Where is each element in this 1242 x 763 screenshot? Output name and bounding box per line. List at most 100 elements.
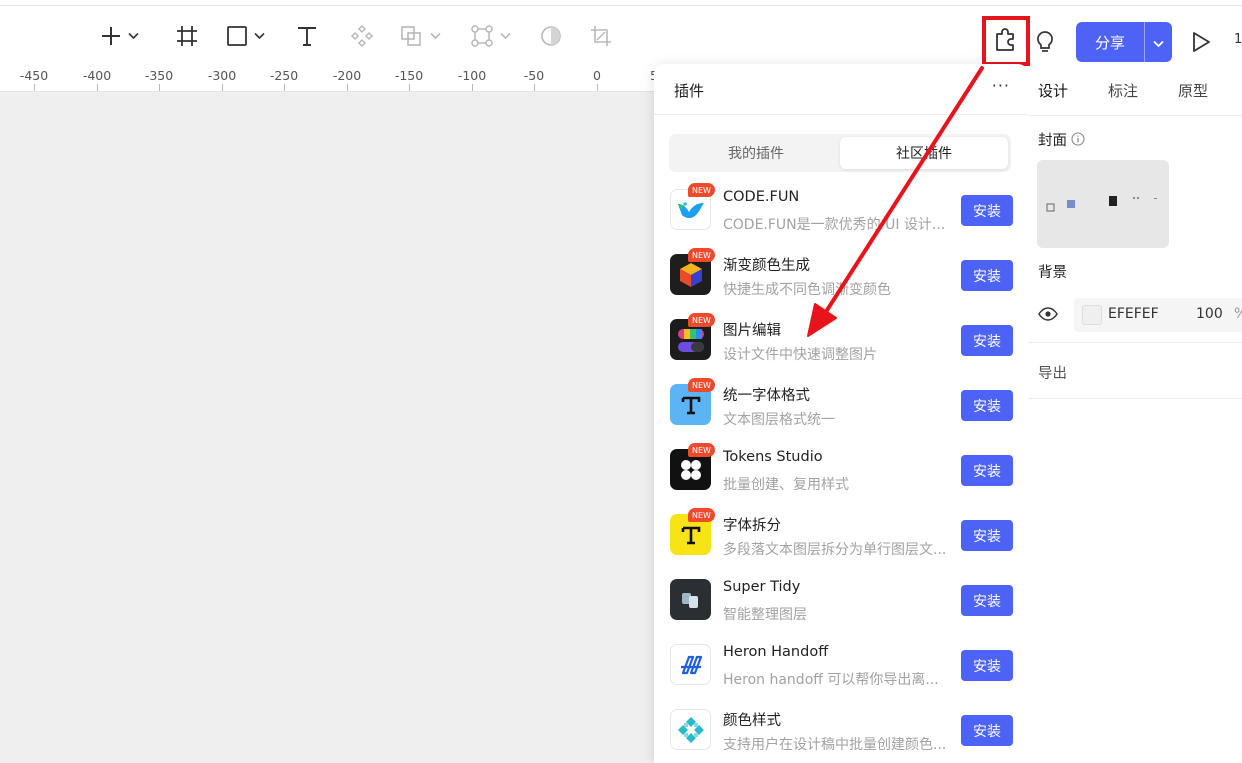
plugin-panel-header: 插件 ··· — [654, 64, 1028, 115]
plugin-description: 设计文件中快速调整图片 — [723, 347, 877, 363]
tab-community-plugins[interactable]: 社区插件 — [840, 137, 1008, 169]
heron-handoff-icon — [670, 644, 711, 685]
ruler-tick-mark — [534, 84, 535, 91]
plugin-name: 颜色样式 — [723, 713, 781, 729]
plugin-item-super-tidy[interactable]: Super Tidy 智能整理图层 安装 — [654, 570, 1028, 635]
plugin-item-unify-font[interactable]: NEW 统一字体格式 文本图层格式统一 安装 — [654, 375, 1028, 440]
ruler-tick-mark — [97, 84, 98, 91]
color-style-icon — [670, 709, 711, 750]
install-button[interactable]: 安装 — [961, 390, 1013, 421]
plugin-name: CODE.FUN — [723, 189, 800, 205]
share-button[interactable]: 分享 — [1076, 22, 1144, 62]
plugin-tab-switch: 我的插件 社区插件 — [669, 134, 1011, 172]
export-label[interactable]: 导出 — [1038, 362, 1067, 383]
ruler-tick-mark — [347, 84, 348, 91]
install-button[interactable]: 安装 — [961, 260, 1013, 291]
cover-label: 封面 — [1038, 133, 1067, 149]
crop-icon — [590, 25, 612, 47]
frame-tool[interactable] — [176, 22, 198, 50]
text-tool[interactable] — [296, 22, 318, 50]
eye-icon[interactable] — [1038, 306, 1058, 325]
install-button[interactable]: 安装 — [961, 715, 1013, 746]
component-icon — [350, 24, 374, 48]
ruler-tick: -50 — [523, 68, 545, 83]
share-dropdown-button[interactable] — [1144, 22, 1172, 62]
plugin-description: 快捷生成不同色调渐变颜色 — [723, 282, 891, 298]
present-button[interactable] — [1190, 30, 1212, 58]
plugin-item-gradient-generator[interactable]: NEW 渐变颜色生成 快捷生成不同色调渐变颜色 安装 — [654, 245, 1028, 310]
plugin-name: Heron Handoff — [723, 644, 829, 660]
plus-icon — [100, 25, 122, 47]
plugin-item-code-fun[interactable]: NEW CODE.FUN CODE.FUN是一款优秀的 UI 设计... 安装 — [654, 180, 1028, 245]
plugin-description: 文本图层格式统一 — [723, 412, 835, 428]
plugin-item-tokens-studio[interactable]: NEW Tokens Studio 批量创建、复用样式 安装 — [654, 440, 1028, 505]
vector-nodes-icon — [470, 25, 494, 47]
ruler-tick: -450 — [19, 68, 49, 83]
background-color-field[interactable]: EFEFEF 100 % — [1074, 298, 1242, 332]
horizontal-ruler: -450 -400 -350 -300 -250 -200 -150 -100 … — [0, 66, 660, 92]
plugin-item-font-split[interactable]: NEW 字体拆分 多段落文本图层拆分为单行图层文... 安装 — [654, 505, 1028, 570]
ruler-tick-mark — [597, 84, 598, 91]
new-badge: NEW — [688, 313, 715, 327]
main-toolbar: 分享 1 — [0, 6, 1242, 66]
shape-tool[interactable] — [226, 22, 265, 50]
divider — [1028, 342, 1242, 343]
tab-annotate[interactable]: 标注 — [1108, 80, 1138, 101]
inspector-tabs: 设计 标注 原型 — [1028, 66, 1242, 116]
install-button[interactable]: 安装 — [961, 650, 1013, 681]
text-icon — [296, 25, 318, 47]
ruler-tick-mark — [159, 84, 160, 91]
lightbulb-icon — [1034, 31, 1056, 58]
chevron-down-icon — [1153, 33, 1164, 52]
lightbulb-button[interactable] — [1034, 30, 1056, 58]
plugin-button[interactable] — [982, 16, 1030, 66]
chevron-down-icon — [254, 32, 265, 40]
plugin-item-color-style[interactable]: 颜色样式 支持用户在设计稿中批量创建颜色... 安装 — [654, 700, 1028, 763]
background-hex-value[interactable]: EFEFEF — [1108, 306, 1159, 322]
cover-thumbnail[interactable] — [1037, 160, 1169, 248]
play-icon — [1190, 32, 1212, 58]
chevron-down-icon — [500, 32, 511, 40]
ruler-tick: -300 — [207, 68, 237, 83]
ruler-tick-mark — [472, 84, 473, 91]
install-button[interactable]: 安装 — [961, 455, 1013, 486]
crop-tool[interactable] — [590, 22, 612, 50]
more-options-button[interactable]: ··· — [992, 76, 1010, 95]
boolean-tool[interactable] — [400, 22, 441, 50]
info-icon[interactable] — [1071, 131, 1085, 150]
tab-my-plugins[interactable]: 我的插件 — [672, 137, 840, 169]
ruler-tick: -400 — [82, 68, 112, 83]
install-button[interactable]: 安装 — [961, 195, 1013, 226]
plugin-name: 统一字体格式 — [723, 388, 810, 404]
insert-tool[interactable] — [100, 22, 139, 50]
rectangle-icon — [226, 25, 248, 47]
install-button[interactable]: 安装 — [961, 585, 1013, 616]
plugin-item-image-edit[interactable]: NEW 图片编辑 设计文件中快速调整图片 安装 — [654, 310, 1028, 375]
super-tidy-icon — [670, 579, 711, 620]
vector-tool[interactable] — [470, 22, 511, 50]
divider — [1028, 398, 1242, 399]
mask-tool[interactable] — [540, 22, 562, 50]
ruler-tick: -200 — [332, 68, 362, 83]
component-tool[interactable] — [350, 22, 374, 50]
ruler-tick: -250 — [269, 68, 299, 83]
plugin-name: 渐变颜色生成 — [723, 258, 810, 274]
plugin-panel: 插件 ··· 我的插件 社区插件 NEW CODE.FUN CODE.FUN是一… — [654, 64, 1028, 763]
install-button[interactable]: 安装 — [961, 325, 1013, 356]
plugin-item-heron-handoff[interactable]: Heron Handoff Heron handoff 可以帮你导出离... 安… — [654, 635, 1028, 700]
tab-design[interactable]: 设计 — [1038, 80, 1068, 101]
color-swatch[interactable] — [1082, 305, 1102, 325]
ruler-tick-mark — [222, 84, 223, 91]
plugin-name: Super Tidy — [723, 579, 801, 595]
plugin-description: CODE.FUN是一款优秀的 UI 设计... — [723, 217, 946, 233]
background-opacity-value[interactable]: 100 — [1196, 306, 1223, 322]
plugin-description: Heron handoff 可以帮你导出离... — [723, 672, 939, 688]
tab-prototype[interactable]: 原型 — [1178, 80, 1208, 101]
boolean-union-icon — [400, 25, 424, 47]
design-canvas[interactable] — [0, 92, 660, 763]
plugin-description: 批量创建、复用样式 — [723, 477, 849, 493]
ruler-tick-mark — [284, 84, 285, 91]
new-badge: NEW — [688, 248, 715, 262]
install-button[interactable]: 安装 — [961, 520, 1013, 551]
plugin-description: 智能整理图层 — [723, 607, 807, 623]
